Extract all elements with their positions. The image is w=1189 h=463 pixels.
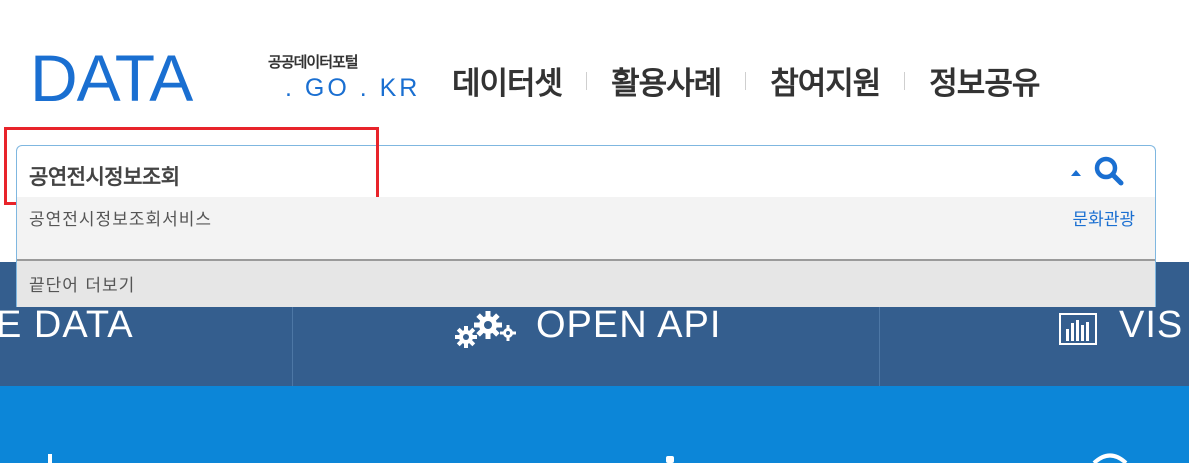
logo-subtitle: 공공데이터포털 <box>268 53 359 71</box>
suggestion-name: 공연전시정보조회서비스 <box>29 210 213 230</box>
nav-item-dataset[interactable]: 데이터셋 <box>452 58 563 103</box>
logo-domain: . GO . KR <box>285 74 421 102</box>
nav-divider <box>904 71 906 90</box>
more-suggestions-button[interactable]: 끝단어 더보기 <box>17 259 1155 307</box>
nav-divider <box>745 71 747 90</box>
menu-item-open-api[interactable]: OPEN API <box>536 304 721 347</box>
more-suggestions-label: 끝단어 더보기 <box>29 276 136 296</box>
logo-data-text: DATA <box>30 41 193 115</box>
search-input[interactable]: 공연전시정보조회 <box>29 161 180 191</box>
search-icon[interactable] <box>1092 154 1126 188</box>
nav-item-info-share[interactable]: 정보공유 <box>929 58 1040 103</box>
nav-item-participation[interactable]: 참여지원 <box>770 58 881 103</box>
partial-icon <box>48 454 52 463</box>
autocomplete-dropdown: 공연전시정보조회서비스 문화관광 끝단어 더보기 <box>16 197 1156 307</box>
nav-divider <box>586 71 588 90</box>
partial-icon <box>1092 453 1128 463</box>
suggestion-category: 문화관광 <box>1072 210 1135 230</box>
gears-icon <box>455 311 516 348</box>
main-navigation: 데이터셋 활용사례 참여지원 정보공유 <box>452 58 1040 103</box>
menu-item-open-data[interactable]: E DATA <box>0 304 134 347</box>
partial-icon <box>666 456 674 463</box>
search-bar: 공연전시정보조회 <box>16 145 1156 197</box>
caret-up-icon[interactable] <box>1071 170 1081 176</box>
suggestion-item[interactable]: 공연전시정보조회서비스 문화관광 <box>17 197 1155 259</box>
chart-icon <box>1059 313 1097 345</box>
menu-item-visualization[interactable]: VIS <box>1119 304 1183 347</box>
nav-item-use-cases[interactable]: 활용사례 <box>611 58 722 103</box>
bottom-banner <box>0 386 1189 463</box>
